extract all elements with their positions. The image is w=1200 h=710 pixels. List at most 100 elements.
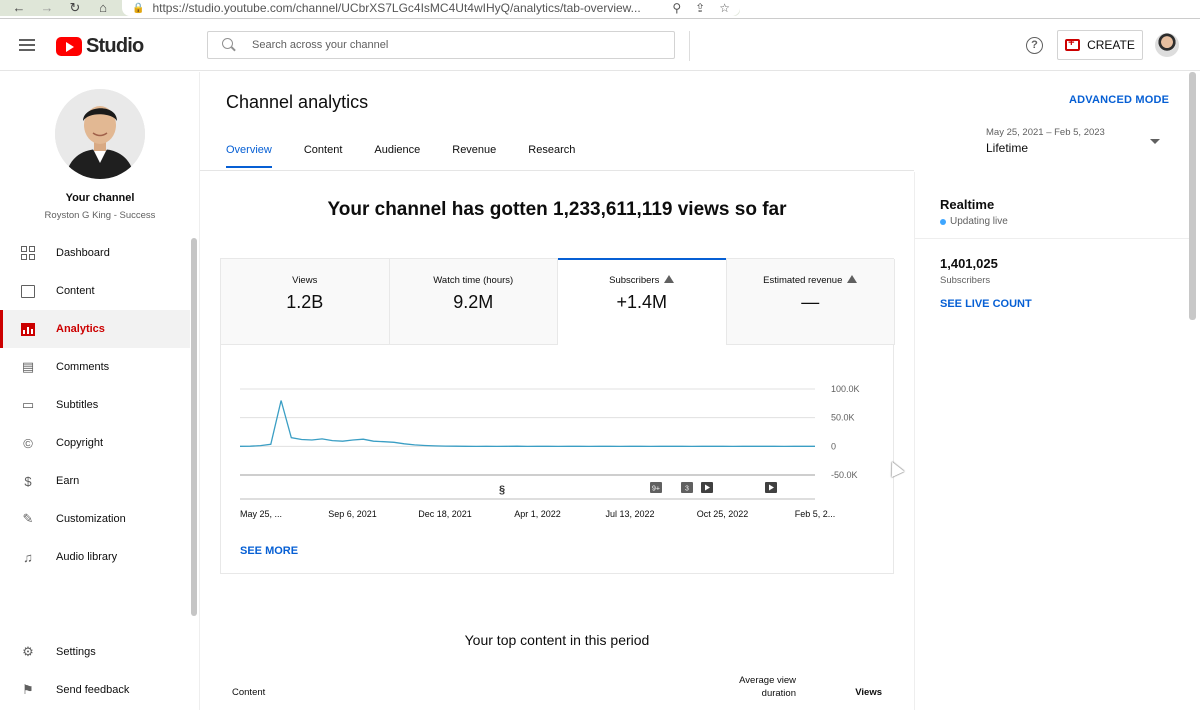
metric-subscribers[interactable]: Subscribers +1.4M bbox=[558, 258, 727, 345]
overview-card: Views 1.2B Watch time (hours) 9.2M Subsc… bbox=[220, 258, 895, 574]
earn-icon: $ bbox=[24, 473, 32, 489]
tab-overview[interactable]: Overview bbox=[226, 144, 272, 168]
x-tick-label: Jul 13, 2022 bbox=[605, 509, 654, 519]
customization-icon: ✎ bbox=[22, 511, 34, 526]
x-tick-label: Dec 18, 2021 bbox=[418, 509, 472, 519]
sidebar-item-settings[interactable]: ⚙ Settings bbox=[0, 633, 190, 671]
help-icon[interactable]: ? bbox=[1026, 37, 1043, 54]
metric-value: 1.2B bbox=[286, 292, 324, 312]
views-line-chart: 100.0K 50.0K 0 -50.0K May 25, ... Sep 6, 2021… bbox=[239, 384, 860, 519]
sidebar-item-label: Analytics bbox=[56, 323, 105, 335]
realtime-subscriber-count: 1,401,025 bbox=[940, 256, 998, 271]
search-icon[interactable]: ⚲ bbox=[672, 1, 681, 15]
youtube-studio-logo[interactable]: Studio bbox=[56, 35, 144, 58]
x-tick-label: Feb 5, 2... bbox=[795, 509, 836, 519]
warning-icon bbox=[664, 275, 675, 283]
sidebar-item-label: Subtitles bbox=[56, 399, 99, 411]
views-headline: Your channel has gotten 1,233,611,119 vi… bbox=[327, 199, 787, 220]
search-icon bbox=[222, 38, 236, 52]
tab-audience[interactable]: Audience bbox=[374, 144, 420, 168]
chevron-down-icon[interactable] bbox=[1150, 139, 1160, 144]
sidebar-item-earn[interactable]: $ Earn bbox=[0, 462, 190, 500]
url-text: https://studio.youtube.com/channel/UCbrX… bbox=[152, 1, 641, 15]
dashboard-icon bbox=[20, 245, 36, 261]
address-bar[interactable]: 🔒 https://studio.youtube.com/channel/UCb… bbox=[122, 0, 740, 16]
logo-wordmark: Studio bbox=[86, 35, 144, 57]
youtube-logo-icon bbox=[56, 37, 82, 56]
x-tick-label: Oct 25, 2022 bbox=[697, 509, 749, 519]
metric-value: — bbox=[801, 292, 820, 312]
sidebar-item-customization[interactable]: ✎ Customization bbox=[0, 500, 190, 538]
sidebar-item-audio-library[interactable]: ♫ Audio library bbox=[0, 538, 190, 576]
realtime-title: Realtime bbox=[940, 197, 995, 212]
tabs-divider bbox=[200, 170, 914, 171]
back-arrow-icon[interactable]: ← bbox=[10, 1, 28, 15]
content-icon bbox=[20, 283, 36, 299]
metric-value: +1.4M bbox=[616, 292, 668, 312]
metric-label: Estimated revenue bbox=[763, 275, 843, 286]
advanced-mode-button[interactable]: ADVANCED MODE bbox=[1069, 94, 1169, 106]
sidebar-item-analytics[interactable]: Analytics bbox=[0, 310, 190, 348]
feedback-icon: ⚑ bbox=[22, 682, 34, 697]
left-sidebar: Your channel Royston G King - Success Da… bbox=[0, 72, 200, 710]
create-video-icon bbox=[1065, 37, 1081, 51]
x-tick-label: May 25, ... bbox=[240, 509, 282, 519]
sidebar-item-send-feedback[interactable]: ⚑ Send feedback bbox=[0, 671, 190, 709]
browser-bar: ← → ↻ ⌂ 🔒 https://studio.youtube.com/cha… bbox=[0, 0, 740, 16]
x-tick-label: Sep 6, 2021 bbox=[328, 509, 377, 519]
tab-content[interactable]: Content bbox=[304, 144, 343, 168]
y-tick-label: -50.0K bbox=[831, 470, 858, 480]
sidebar-item-subtitles[interactable]: ▭ Subtitles bbox=[0, 386, 190, 424]
realtime-status-text: Updating live bbox=[950, 216, 1008, 227]
top-content-title: Your top content in this period bbox=[464, 632, 650, 648]
sidebar-item-comments[interactable]: ▤ Comments bbox=[0, 348, 190, 386]
metric-label-row: Subscribers bbox=[558, 275, 726, 286]
create-label: CREATE bbox=[1087, 38, 1135, 52]
lock-icon: 🔒 bbox=[132, 2, 145, 14]
sidebar-item-label: Send feedback bbox=[56, 684, 130, 696]
top-app-bar: Studio ? CREATE bbox=[0, 19, 1200, 71]
home-icon[interactable]: ⌂ bbox=[94, 1, 112, 15]
analytics-icon bbox=[20, 321, 36, 337]
header-divider bbox=[689, 31, 690, 61]
page-scrollbar[interactable] bbox=[1189, 72, 1196, 320]
share-icon[interactable]: ⇪ bbox=[695, 1, 705, 15]
y-tick-label: 0 bbox=[831, 441, 836, 451]
forward-arrow-icon[interactable]: → bbox=[38, 1, 56, 15]
search-bar[interactable] bbox=[207, 31, 675, 59]
sidebar-item-dashboard[interactable]: Dashboard bbox=[0, 234, 190, 272]
x-tick-label: Apr 1, 2022 bbox=[514, 509, 561, 519]
see-more-link[interactable]: SEE MORE bbox=[240, 545, 298, 557]
column-header-avg-view-duration: Average view duration bbox=[732, 674, 796, 700]
realtime-subscriber-label: Subscribers bbox=[940, 275, 991, 286]
live-dot-icon bbox=[940, 218, 946, 225]
gear-icon: ⚙ bbox=[22, 644, 34, 659]
menu-icon[interactable] bbox=[19, 39, 35, 51]
column-header-content: Content bbox=[232, 687, 266, 698]
star-icon[interactable]: ☆ bbox=[719, 1, 730, 15]
metric-estimated-revenue[interactable]: Estimated revenue — bbox=[726, 259, 895, 345]
subtitles-icon: ▭ bbox=[21, 397, 35, 412]
date-range-text: May 25, 2021 – Feb 5, 2023 bbox=[986, 127, 1105, 138]
tab-research[interactable]: Research bbox=[528, 144, 575, 168]
sidebar-scrollbar[interactable] bbox=[191, 238, 197, 616]
account-avatar[interactable] bbox=[1155, 33, 1179, 57]
channel-avatar[interactable] bbox=[55, 89, 145, 179]
reload-icon[interactable]: ↻ bbox=[66, 1, 84, 15]
metric-watch-time[interactable]: Watch time (hours) 9.2M bbox=[389, 259, 558, 345]
date-period-select[interactable]: Lifetime bbox=[986, 141, 1028, 155]
create-button[interactable]: CREATE bbox=[1057, 30, 1143, 60]
metric-label: Subscribers bbox=[609, 275, 660, 286]
chart-marker-icon: § bbox=[499, 484, 505, 496]
sidebar-item-label: Dashboard bbox=[56, 247, 110, 259]
metric-views[interactable]: Views 1.2B bbox=[221, 259, 390, 345]
tab-revenue[interactable]: Revenue bbox=[452, 144, 496, 168]
metric-value: 9.2M bbox=[453, 292, 494, 312]
metric-label: Views bbox=[292, 275, 318, 286]
sidebar-item-copyright[interactable]: © Copyright bbox=[0, 424, 190, 462]
sidebar-item-label: Content bbox=[56, 285, 95, 297]
sidebar-item-content[interactable]: Content bbox=[0, 272, 190, 310]
see-live-count-link[interactable]: SEE LIVE COUNT bbox=[940, 298, 1032, 310]
column-header-views[interactable]: Views bbox=[840, 687, 882, 698]
search-input[interactable] bbox=[252, 39, 652, 51]
